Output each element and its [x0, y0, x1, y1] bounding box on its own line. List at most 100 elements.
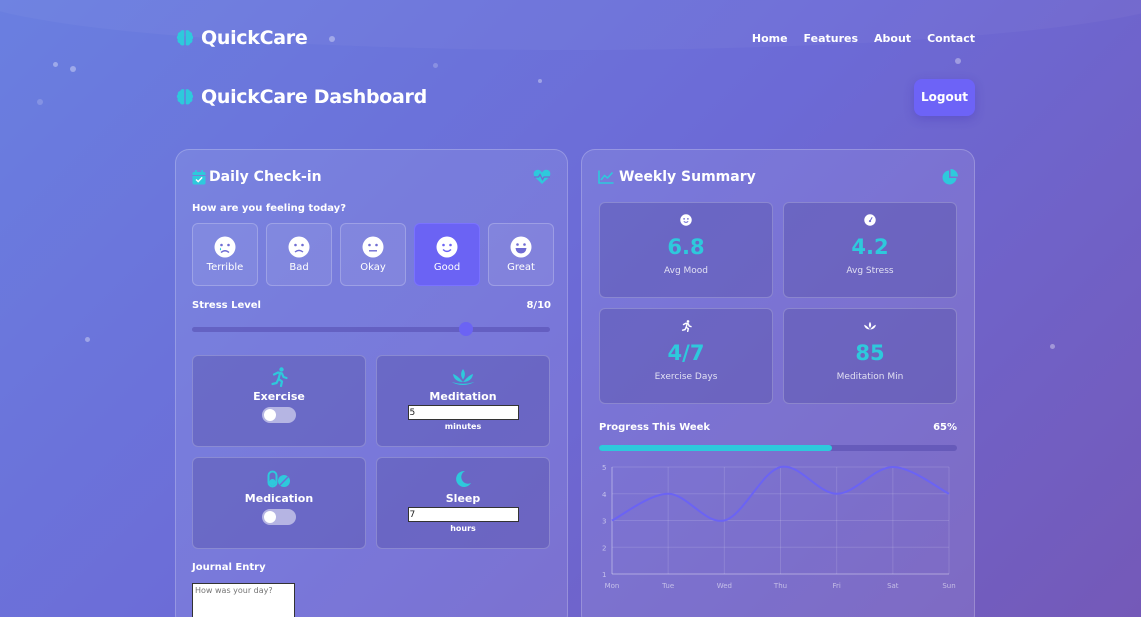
x-tick-label: Tue	[661, 582, 674, 590]
brand-logo[interactable]: QuickCare	[175, 27, 308, 49]
weekly-summary-card: Weekly Summary 6.8 Avg Mood 4.2 Avg Stre…	[581, 149, 975, 617]
dashboard-header: QuickCare Dashboard Logout	[175, 78, 975, 116]
page-title: QuickCare Dashboard	[175, 86, 427, 108]
moon-icon	[456, 470, 471, 487]
mood-label: Great	[507, 262, 535, 273]
medication-label: Medication	[244, 492, 314, 505]
progress-bar	[599, 445, 957, 451]
journal-textarea[interactable]	[192, 583, 295, 617]
daily-checkin-card: Daily Check-in How are you feeling today…	[175, 149, 568, 617]
journal-label: Journal Entry	[192, 562, 266, 573]
stat-value: 6.8	[667, 235, 705, 259]
sleep-hours-input[interactable]	[407, 507, 519, 522]
frown-icon	[288, 236, 310, 258]
medication-toggle[interactable]	[262, 509, 296, 525]
mood-option-bad[interactable]: Bad	[266, 223, 332, 286]
stress-slider[interactable]	[192, 322, 550, 336]
stat-label: Exercise Days	[654, 372, 718, 382]
stat-card-exercise-days: 4/7 Exercise Days	[599, 308, 773, 404]
y-tick-label: 4	[602, 491, 607, 499]
bg-dot	[85, 337, 90, 342]
running-icon	[681, 320, 692, 332]
lotus-icon	[864, 321, 876, 329]
x-tick-label: Fri	[832, 582, 840, 590]
exercise-label: Exercise	[253, 390, 305, 403]
stat-card-avg-mood: 6.8 Avg Mood	[599, 202, 773, 298]
checkin-header: Daily Check-in	[192, 166, 551, 188]
bg-dot	[1050, 344, 1055, 349]
bg-dot	[955, 58, 961, 64]
progress-percent: 65%	[933, 422, 957, 433]
calendar-check-icon	[192, 169, 206, 184]
meh-icon	[362, 236, 384, 258]
stat-card-meditation-min: 85 Meditation Min	[783, 308, 957, 404]
stat-value: 85	[855, 341, 885, 365]
summary-header: Weekly Summary	[598, 166, 958, 188]
exercise-tile: Exercise	[192, 355, 366, 447]
logout-button[interactable]: Logout	[914, 78, 975, 116]
dashboard-title: QuickCare Dashboard	[201, 86, 427, 108]
line-chart-icon	[598, 170, 614, 184]
nav-link-features[interactable]: Features	[804, 32, 858, 45]
y-tick-label: 3	[602, 518, 606, 526]
stat-label: Avg Stress	[846, 266, 894, 276]
running-icon	[271, 367, 288, 387]
mood-option-terrible[interactable]: Terrible	[192, 223, 258, 286]
stat-card-avg-stress: 4.2 Avg Stress	[783, 202, 957, 298]
summary-title: Weekly Summary	[598, 169, 756, 185]
mood-label: Bad	[289, 262, 309, 273]
brain-icon	[176, 89, 194, 105]
stress-level-row: Stress Level 8/10	[192, 300, 551, 311]
nav-link-contact[interactable]: Contact	[927, 32, 975, 45]
top-nav: QuickCare Home Features About Contact	[175, 25, 975, 51]
bg-dot	[70, 66, 76, 72]
meditation-minutes-input[interactable]	[407, 405, 519, 420]
meditation-unit: minutes	[444, 422, 482, 431]
progress-bar-fill	[599, 445, 832, 451]
grin-icon	[510, 236, 532, 258]
stat-value: 4.2	[851, 235, 889, 259]
pills-icon	[267, 470, 290, 488]
smile-icon	[436, 236, 458, 258]
checkin-title-text: Daily Check-in	[209, 169, 322, 185]
bg-dot	[37, 99, 43, 105]
mood-label: Terrible	[206, 262, 244, 273]
mood-label: Okay	[360, 262, 386, 273]
gauge-icon	[864, 214, 876, 226]
toggle-knob	[264, 409, 276, 421]
lotus-icon	[451, 369, 475, 385]
meditation-tile: Meditation minutes	[376, 355, 550, 447]
mood-label: Good	[433, 262, 461, 273]
stat-value: 4/7	[667, 341, 705, 365]
mood-selector: Terrible Bad Okay Good Great	[192, 223, 554, 286]
pie-chart-icon	[942, 169, 958, 185]
stress-slider-thumb[interactable]	[459, 322, 473, 336]
sleep-tile: Sleep hours	[376, 457, 550, 549]
mood-option-okay[interactable]: Okay	[340, 223, 406, 286]
bg-dot	[53, 62, 58, 67]
mood-question: How are you feeling today?	[192, 203, 346, 214]
bg-dot	[433, 63, 438, 68]
stat-label: Meditation Min	[836, 372, 904, 382]
nav-links: Home Features About Contact	[752, 32, 975, 45]
y-tick-label: 1	[602, 571, 606, 579]
smile-icon	[680, 214, 692, 226]
meditation-label: Meditation	[429, 390, 497, 403]
x-tick-label: Thu	[773, 582, 787, 590]
stress-value: 8/10	[526, 300, 551, 311]
mood-option-great[interactable]: Great	[488, 223, 554, 286]
brand-name: QuickCare	[201, 27, 308, 49]
nav-link-home[interactable]: Home	[752, 32, 788, 45]
sad-tear-icon	[214, 236, 236, 258]
progress-label: Progress This Week	[599, 422, 711, 433]
mood-option-good[interactable]: Good	[414, 223, 480, 286]
x-tick-label: Sun	[942, 582, 955, 590]
x-tick-label: Mon	[605, 582, 620, 590]
brain-icon	[176, 30, 194, 46]
checkin-title: Daily Check-in	[192, 169, 322, 185]
x-tick-label: Wed	[717, 582, 732, 590]
exercise-toggle[interactable]	[262, 407, 296, 423]
nav-link-about[interactable]: About	[874, 32, 911, 45]
progress-row: Progress This Week 65%	[599, 422, 957, 433]
stress-label: Stress Level	[192, 300, 261, 311]
